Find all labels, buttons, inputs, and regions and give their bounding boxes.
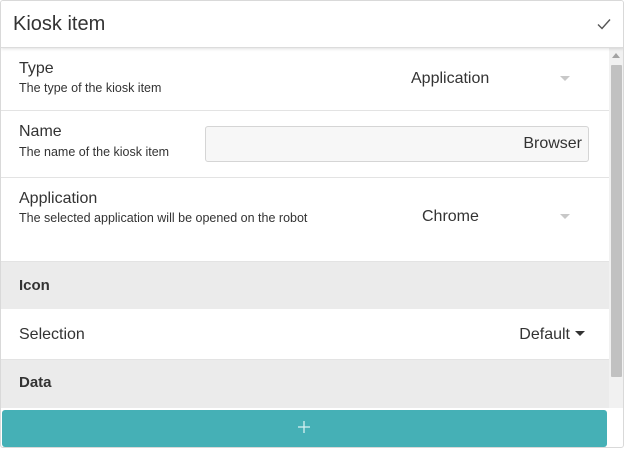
kiosk-item-dialog: Kiosk item Type The type of the kiosk it…: [0, 0, 624, 448]
type-row: Type The type of the kiosk item Applicat…: [1, 48, 609, 111]
application-row: Application The selected application wil…: [1, 178, 609, 262]
add-data-button[interactable]: [2, 410, 607, 447]
icon-section-header: Icon: [1, 262, 609, 309]
caret-down-icon: [575, 331, 585, 336]
type-description: The type of the kiosk item: [19, 81, 162, 95]
application-label: Application: [19, 190, 98, 207]
selection-label: Selection: [19, 326, 85, 343]
icon-selection-row: Selection Default: [1, 309, 609, 360]
icon-selection-dropdown[interactable]: Default: [519, 326, 585, 344]
dialog-header: Kiosk item: [1, 1, 623, 48]
application-select-value: Chrome: [422, 208, 479, 225]
type-label: Type: [19, 60, 54, 77]
dialog-title: Kiosk item: [13, 13, 106, 35]
name-description: The name of the kiosk item: [19, 145, 170, 159]
plus-icon: [298, 421, 310, 433]
icon-selection-value: Default: [519, 326, 570, 343]
chevron-down-icon: [560, 214, 570, 219]
type-select[interactable]: Application: [401, 62, 591, 96]
application-select[interactable]: Chrome: [401, 200, 591, 234]
form-content: Type The type of the kiosk item Applicat…: [1, 48, 609, 408]
scrollbar-thumb[interactable]: [611, 65, 622, 377]
check-icon[interactable]: [596, 16, 612, 32]
icon-section-label: Icon: [19, 277, 50, 294]
data-section-header: Data: [1, 360, 609, 408]
chevron-down-icon: [560, 76, 570, 81]
type-select-value: Application: [411, 70, 490, 87]
application-description: The selected application will be opened …: [19, 211, 308, 225]
name-label: Name: [19, 123, 62, 140]
data-section-label: Data: [19, 374, 52, 391]
scrollbar[interactable]: [609, 48, 623, 408]
name-input[interactable]: [205, 126, 589, 162]
scroll-up-arrow-icon[interactable]: [612, 53, 620, 58]
